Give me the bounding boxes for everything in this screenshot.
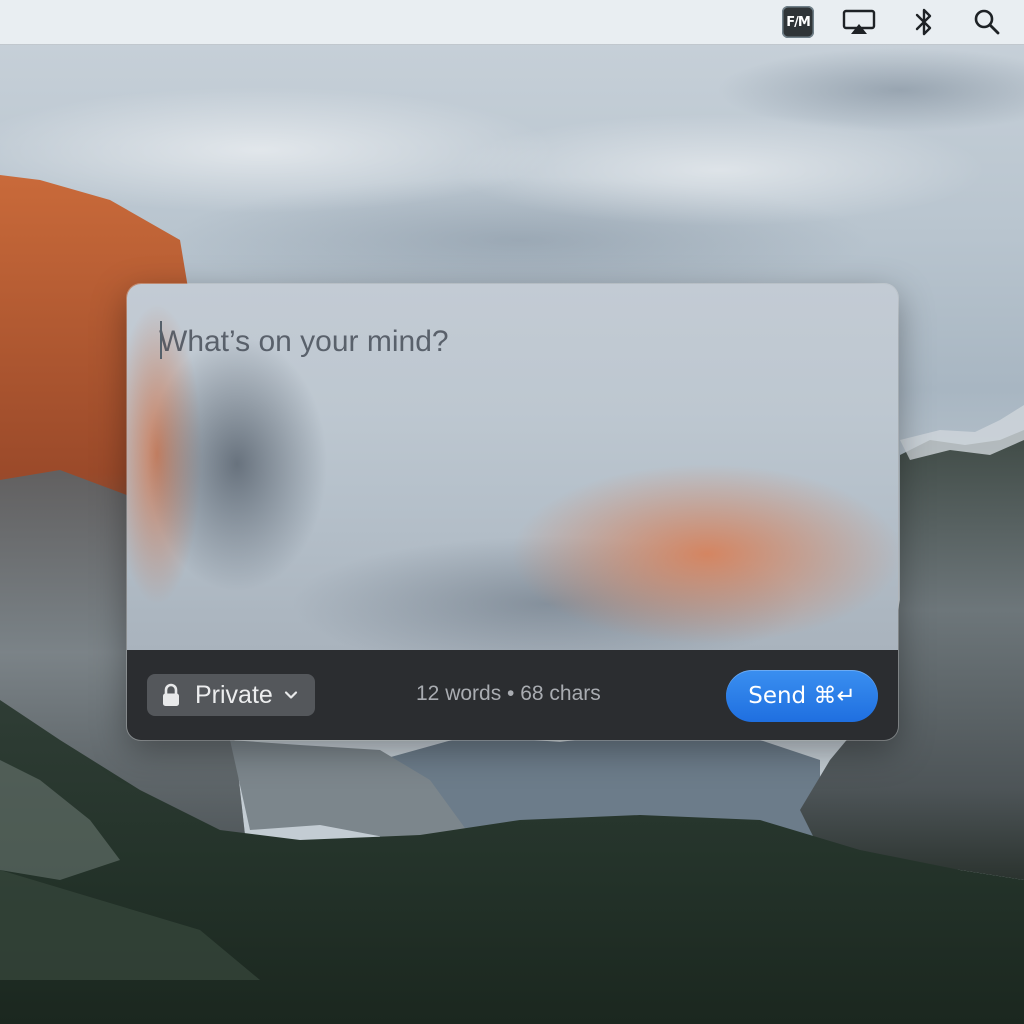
chevron-down-icon <box>283 686 301 704</box>
bluetooth-icon[interactable] <box>906 4 942 40</box>
composer-text-area[interactable] <box>127 284 898 650</box>
desktop: F/M What’s on your mind? Private 12 word… <box>0 0 1024 1024</box>
fm-app-badge: F/M <box>782 6 814 38</box>
text-caret <box>160 321 162 359</box>
privacy-dropdown[interactable]: Private <box>147 674 315 716</box>
menu-bar: F/M <box>0 0 1024 45</box>
fm-app-icon[interactable]: F/M <box>780 4 816 40</box>
search-icon[interactable] <box>969 4 1005 40</box>
privacy-selected-label: Private <box>195 680 273 709</box>
quick-note-composer: Private 12 words • 68 chars Send ⌘↵ <box>127 284 898 740</box>
send-button[interactable]: Send ⌘↵ <box>726 670 878 722</box>
composer-footer: Private 12 words • 68 chars Send ⌘↵ <box>127 650 898 740</box>
lock-icon <box>161 683 183 707</box>
word-char-count: 12 words • 68 chars <box>416 682 601 705</box>
note-input[interactable] <box>159 322 859 362</box>
airplay-icon[interactable] <box>840 4 878 40</box>
